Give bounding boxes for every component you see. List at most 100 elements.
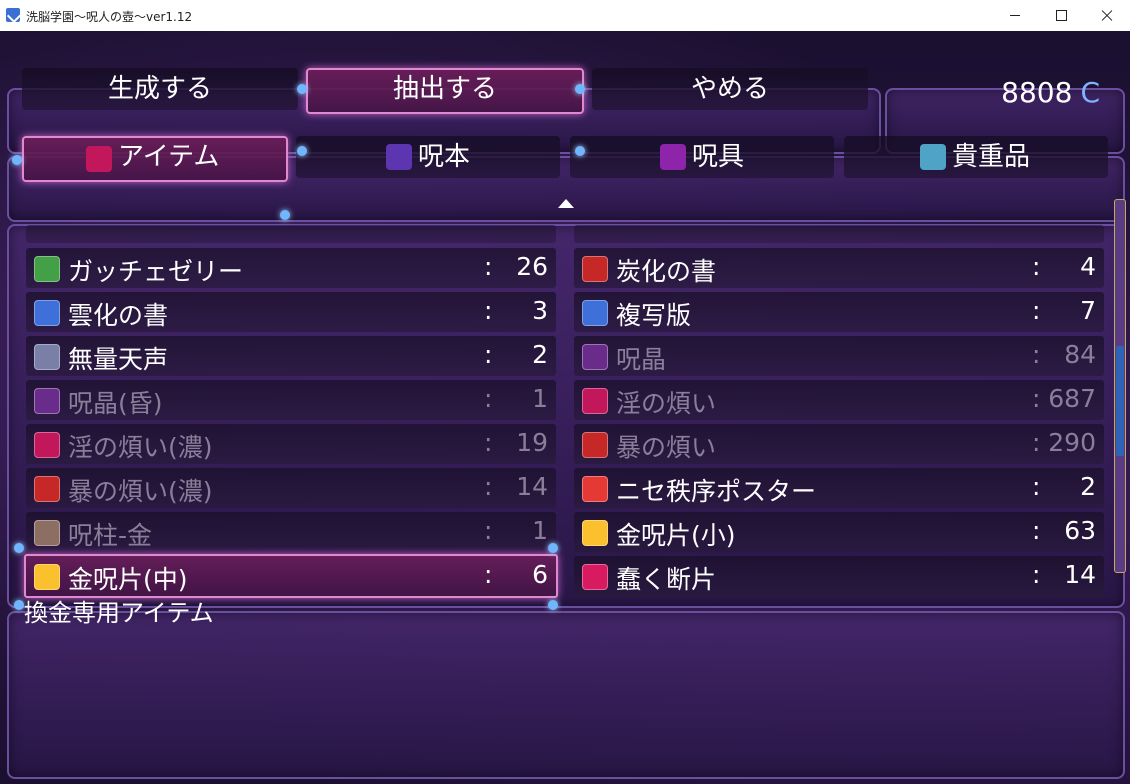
window-title: 洗脳学園～呪人の壺～ver1.12: [26, 10, 193, 24]
book-red-icon: [582, 256, 608, 282]
item-count: 63: [1064, 516, 1096, 545]
tab-valuables[interactable]: 貴重品: [844, 136, 1108, 178]
flower-ornament-icon: [297, 146, 307, 156]
item-count: 290: [1048, 428, 1096, 457]
pink-flame-icon: [582, 388, 608, 414]
list-item[interactable]: 無量天声: 2: [26, 336, 556, 376]
list-item[interactable]: 金呪片(小):63: [574, 512, 1104, 552]
item-count: 7: [1080, 296, 1096, 325]
item-name: 雲化の書: [68, 301, 169, 330]
tab-spellbooks-label: 呪本: [418, 142, 471, 172]
red-flame-icon: [34, 476, 60, 502]
scroll-up-arrow-icon[interactable]: [558, 199, 574, 208]
list-item[interactable]: 暴の煩い:290: [574, 424, 1104, 464]
flower-ornament-icon: [280, 210, 290, 220]
poster-icon: [582, 476, 608, 502]
gem-icon: [86, 146, 112, 172]
list-item[interactable]: 淫の煩い:687: [574, 380, 1104, 420]
help-text: 換金専用アイテム: [24, 599, 214, 627]
item-name: 無量天声: [68, 345, 169, 374]
flower-ornament-icon: [548, 543, 558, 553]
tab-spellbooks[interactable]: 呪本: [296, 136, 560, 178]
maximize-icon: [1056, 10, 1067, 21]
item-colon: :: [484, 384, 493, 413]
extract-label: 抽出する: [392, 74, 497, 104]
create-button[interactable]: 生成する: [22, 68, 298, 110]
minimize-icon: [1010, 15, 1020, 16]
item-count: 1: [532, 384, 548, 413]
tab-cursed-tools[interactable]: 呪具: [570, 136, 834, 178]
skeleton-key-icon: [660, 144, 686, 170]
cancel-button[interactable]: やめる: [592, 68, 868, 110]
item-name: 金呪片(中): [68, 565, 188, 594]
book-blue-icon: [582, 300, 608, 326]
item-colon: :: [484, 252, 493, 281]
item-colon: :: [1032, 252, 1041, 281]
item-colon: :: [484, 516, 493, 545]
item-colon: :: [484, 472, 493, 501]
minimize-button[interactable]: [992, 0, 1038, 31]
frame-icon: [920, 144, 946, 170]
item-name: 複写版: [616, 301, 692, 330]
dark-orb-icon: [582, 344, 608, 370]
flower-ornament-icon: [14, 543, 24, 553]
item-name: 呪晶: [616, 345, 667, 374]
item-name: 蠢く断片: [616, 565, 717, 594]
item-name: 呪柱-金: [68, 521, 153, 550]
flower-ornament-icon: [297, 84, 307, 94]
list-item[interactable]: 金呪片(中): 6: [24, 554, 558, 598]
item-colon: :: [484, 296, 493, 325]
list-item[interactable]: 雲化の書: 3: [26, 292, 556, 332]
tab-items[interactable]: アイテム: [22, 136, 288, 182]
item-name: 暴の煩い: [616, 433, 717, 462]
gold-triangle-icon: [34, 564, 60, 590]
book-blue-icon: [34, 300, 60, 326]
flower-ornament-icon: [575, 84, 585, 94]
tab-items-label: アイテム: [118, 142, 220, 172]
tab-cursed-tools-label: 呪具: [692, 142, 745, 172]
flower-ornament-icon: [548, 600, 558, 610]
flower-ornament-icon: [14, 600, 24, 610]
list-item[interactable]: 暴の煩い(濃):14: [26, 468, 556, 508]
list-item-partial-left[interactable]: [26, 225, 556, 243]
list-item[interactable]: 蠢く断片:14: [574, 556, 1104, 596]
item-count: 6: [532, 560, 548, 589]
list-item[interactable]: 淫の煩い(濃):19: [26, 424, 556, 464]
list-item[interactable]: 呪晶:84: [574, 336, 1104, 376]
item-name: 呪晶(昏): [68, 389, 163, 418]
flower-ornament-icon: [575, 146, 585, 156]
item-colon: :: [1032, 296, 1041, 325]
extract-button[interactable]: 抽出する: [306, 68, 584, 114]
item-colon: :: [1032, 516, 1041, 545]
list-item[interactable]: 複写版: 7: [574, 292, 1104, 332]
app-icon: [6, 8, 20, 22]
gold-display: 8808 C: [1001, 76, 1100, 109]
item-count: 3: [532, 296, 548, 325]
red-flame-icon: [582, 432, 608, 458]
item-name: ニセ秩序ポスター: [616, 477, 817, 506]
ghost-fragment-icon: [582, 564, 608, 590]
dark-orb-icon: [34, 388, 60, 414]
pillar-icon: [34, 520, 60, 546]
item-colon: :: [1032, 428, 1041, 457]
list-item[interactable]: 呪晶(昏): 1: [26, 380, 556, 420]
item-count: 84: [1064, 340, 1096, 369]
gold-unit: C: [1080, 76, 1100, 109]
tab-valuables-label: 貴重品: [952, 142, 1031, 172]
mug-icon: [34, 256, 60, 282]
list-item[interactable]: ガッチェゼリー:26: [26, 248, 556, 288]
list-item[interactable]: 呪柱-金: 1: [26, 512, 556, 552]
list-item-partial-right[interactable]: [574, 225, 1104, 243]
item-name: 淫の煩い(濃): [68, 433, 213, 462]
item-colon: :: [1032, 340, 1041, 369]
list-item[interactable]: ニセ秩序ポスター: 2: [574, 468, 1104, 508]
item-count: 14: [516, 472, 548, 501]
scrollbar[interactable]: [1114, 199, 1126, 573]
scrollbar-thumb[interactable]: [1116, 346, 1124, 456]
item-count: 4: [1080, 252, 1096, 281]
maximize-button[interactable]: [1038, 0, 1084, 31]
list-item[interactable]: 炭化の書: 4: [574, 248, 1104, 288]
cancel-label: やめる: [690, 74, 769, 104]
gold-triangle-icon: [582, 520, 608, 546]
close-button[interactable]: [1084, 0, 1130, 31]
